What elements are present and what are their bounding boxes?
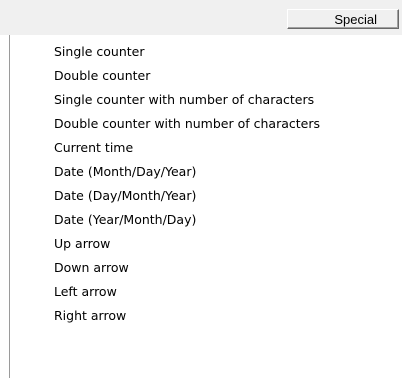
menu-item-down-arrow[interactable]: Down arrow: [54, 256, 129, 280]
screenshot-canvas: Special Single counter Double counter Si…: [0, 0, 402, 378]
menu-item-date-day-month-year[interactable]: Date (Day/Month/Year): [54, 184, 196, 208]
menu-item-single-counter-with-characters[interactable]: Single counter with number of characters: [54, 88, 314, 112]
menu-bar: Special: [0, 0, 402, 35]
menu-item-up-arrow[interactable]: Up arrow: [54, 232, 110, 256]
menu-item-double-counter-with-characters[interactable]: Double counter with number of characters: [54, 112, 320, 136]
menu-item-date-month-day-year[interactable]: Date (Month/Day/Year): [54, 160, 196, 184]
menu-gutter-line: [9, 35, 10, 378]
menu-item-double-counter[interactable]: Double counter: [54, 64, 150, 88]
menu-item-single-counter[interactable]: Single counter: [54, 40, 145, 64]
special-menu-button[interactable]: Special: [287, 9, 399, 29]
menu-item-current-time[interactable]: Current time: [54, 136, 133, 160]
menu-item-right-arrow[interactable]: Right arrow: [54, 304, 126, 328]
special-dropdown-menu: Single counter Double counter Single cou…: [0, 35, 402, 378]
menu-item-date-year-month-day[interactable]: Date (Year/Month/Day): [54, 208, 196, 232]
menu-item-left-arrow[interactable]: Left arrow: [54, 280, 117, 304]
